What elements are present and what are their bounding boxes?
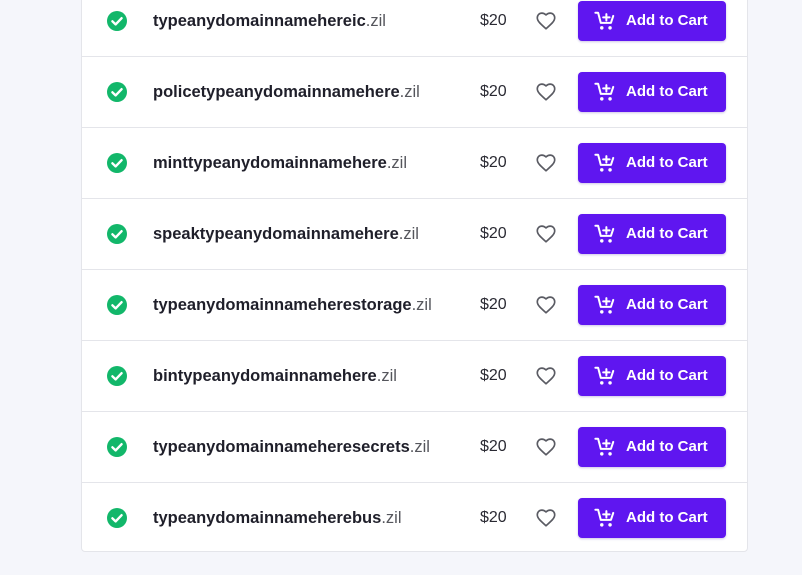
heart-outline-icon[interactable] — [535, 507, 557, 529]
add-to-cart-button[interactable]: Add to Cart — [578, 143, 726, 183]
add-to-cart-button[interactable]: Add to Cart — [578, 427, 726, 467]
heart-outline-icon[interactable] — [535, 10, 557, 32]
check-circle-icon — [107, 153, 127, 173]
domain-name: policetypeanydomainnamehere.zil — [153, 82, 420, 102]
heart-outline-icon[interactable] — [535, 436, 557, 458]
domain-result-row: speaktypeanydomainnamehere.zil $20 Add t… — [82, 199, 747, 270]
domain-result-row: typeanydomainnameherestorage.zil $20 Add… — [82, 270, 747, 341]
domain-name: bintypeanydomainnamehere.zil — [153, 366, 397, 386]
domain-tld: .zil — [411, 296, 432, 314]
cart-add-icon — [594, 507, 616, 529]
domain-price: $20 — [480, 83, 507, 100]
domain-result-row: policetypeanydomainnamehere.zil $20 Add … — [82, 57, 747, 128]
check-circle-icon — [107, 11, 127, 31]
domain-name: typeanydomainnameherestorage.zil — [153, 295, 432, 315]
domain-name: typeanydomainnamehereic.zil — [153, 11, 386, 31]
domain-price: $20 — [480, 367, 507, 384]
domain-results-list: typeanydomainnamehereic.zil $20 Add to C… — [81, 0, 748, 552]
domain-label: policetypeanydomainnamehere — [153, 83, 400, 101]
domain-price: $20 — [480, 154, 507, 171]
add-to-cart-button[interactable]: Add to Cart — [578, 285, 726, 325]
check-circle-icon — [107, 295, 127, 315]
domain-price: $20 — [480, 225, 507, 242]
check-circle-icon — [107, 366, 127, 386]
domain-tld: .zil — [409, 438, 430, 456]
domain-label: typeanydomainnameherebus — [153, 509, 382, 527]
domain-label: speaktypeanydomainnamehere — [153, 225, 399, 243]
cart-add-icon — [594, 365, 616, 387]
cart-add-icon — [594, 152, 616, 174]
domain-result-row: typeanydomainnamehereic.zil $20 Add to C… — [82, 0, 747, 57]
cart-add-icon — [594, 81, 616, 103]
domain-tld: .zil — [365, 12, 386, 30]
check-circle-icon — [107, 82, 127, 102]
add-to-cart-button[interactable]: Add to Cart — [578, 498, 726, 538]
heart-outline-icon[interactable] — [535, 294, 557, 316]
cart-add-icon — [594, 294, 616, 316]
cart-add-icon — [594, 10, 616, 32]
domain-name: minttypeanydomainnamehere.zil — [153, 153, 407, 173]
domain-result-row: minttypeanydomainnamehere.zil $20 Add to… — [82, 128, 747, 199]
domain-name: typeanydomainnameheresecrets.zil — [153, 437, 430, 457]
domain-label: typeanydomainnameherestorage — [153, 296, 412, 314]
domain-price: $20 — [480, 509, 507, 526]
heart-outline-icon[interactable] — [535, 81, 557, 103]
domain-price: $20 — [480, 12, 507, 29]
add-to-cart-label: Add to Cart — [626, 296, 708, 313]
domain-tld: .zil — [399, 83, 420, 101]
check-circle-icon — [107, 437, 127, 457]
add-to-cart-label: Add to Cart — [626, 509, 708, 526]
add-to-cart-label: Add to Cart — [626, 154, 708, 171]
domain-label: bintypeanydomainnamehere — [153, 367, 377, 385]
heart-outline-icon[interactable] — [535, 152, 557, 174]
domain-name: speaktypeanydomainnamehere.zil — [153, 224, 419, 244]
add-to-cart-button[interactable]: Add to Cart — [578, 214, 726, 254]
domain-name: typeanydomainnameherebus.zil — [153, 508, 402, 528]
heart-outline-icon[interactable] — [535, 365, 557, 387]
domain-label: typeanydomainnameheresecrets — [153, 438, 410, 456]
cart-add-icon — [594, 223, 616, 245]
add-to-cart-label: Add to Cart — [626, 438, 708, 455]
add-to-cart-button[interactable]: Add to Cart — [578, 1, 726, 41]
domain-label: minttypeanydomainnamehere — [153, 154, 387, 172]
check-circle-icon — [107, 508, 127, 528]
add-to-cart-button[interactable]: Add to Cart — [578, 72, 726, 112]
domain-tld: .zil — [381, 509, 402, 527]
domain-price: $20 — [480, 296, 507, 313]
domain-result-row: typeanydomainnameheresecrets.zil $20 Add… — [82, 412, 747, 483]
add-to-cart-label: Add to Cart — [626, 225, 708, 242]
domain-tld: .zil — [386, 154, 407, 172]
add-to-cart-label: Add to Cart — [626, 367, 708, 384]
domain-tld: .zil — [398, 225, 419, 243]
check-circle-icon — [107, 224, 127, 244]
domain-tld: .zil — [376, 367, 397, 385]
add-to-cart-label: Add to Cart — [626, 83, 708, 100]
domain-price: $20 — [480, 438, 507, 455]
domain-result-row: typeanydomainnameherebus.zil $20 Add to … — [82, 483, 747, 554]
heart-outline-icon[interactable] — [535, 223, 557, 245]
domain-label: typeanydomainnamehereic — [153, 12, 366, 30]
domain-result-row: bintypeanydomainnamehere.zil $20 Add to … — [82, 341, 747, 412]
add-to-cart-button[interactable]: Add to Cart — [578, 356, 726, 396]
add-to-cart-label: Add to Cart — [626, 12, 708, 29]
cart-add-icon — [594, 436, 616, 458]
